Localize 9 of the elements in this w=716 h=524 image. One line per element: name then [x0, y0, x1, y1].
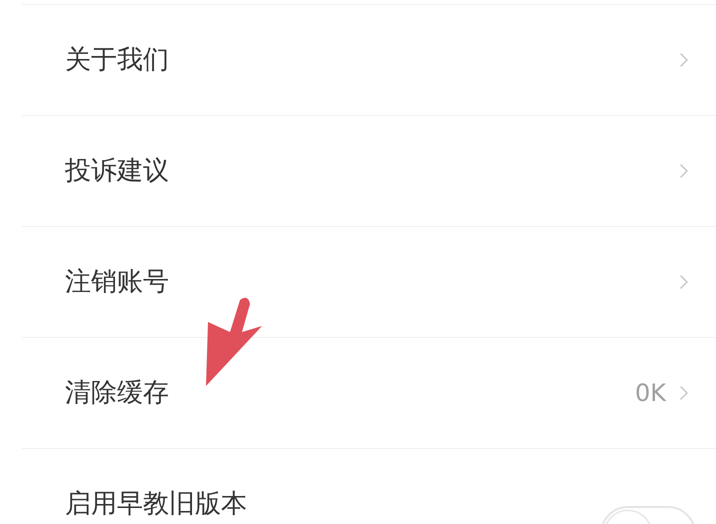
row-label: 注销账号 — [65, 266, 170, 298]
row-label: 清除缓存 — [65, 376, 170, 410]
row-label: 启用早教旧版本 — [65, 488, 248, 520]
settings-row[interactable]: 投诉建议 — [22, 116, 716, 227]
settings-row[interactable]: 启用早教旧版本 — [22, 449, 716, 524]
row-label: 投诉建议 — [65, 154, 170, 188]
cache-size: 0K — [634, 378, 666, 409]
row-label: 关于我们 — [65, 44, 170, 76]
settings-row[interactable]: 关于我们 — [22, 5, 716, 116]
